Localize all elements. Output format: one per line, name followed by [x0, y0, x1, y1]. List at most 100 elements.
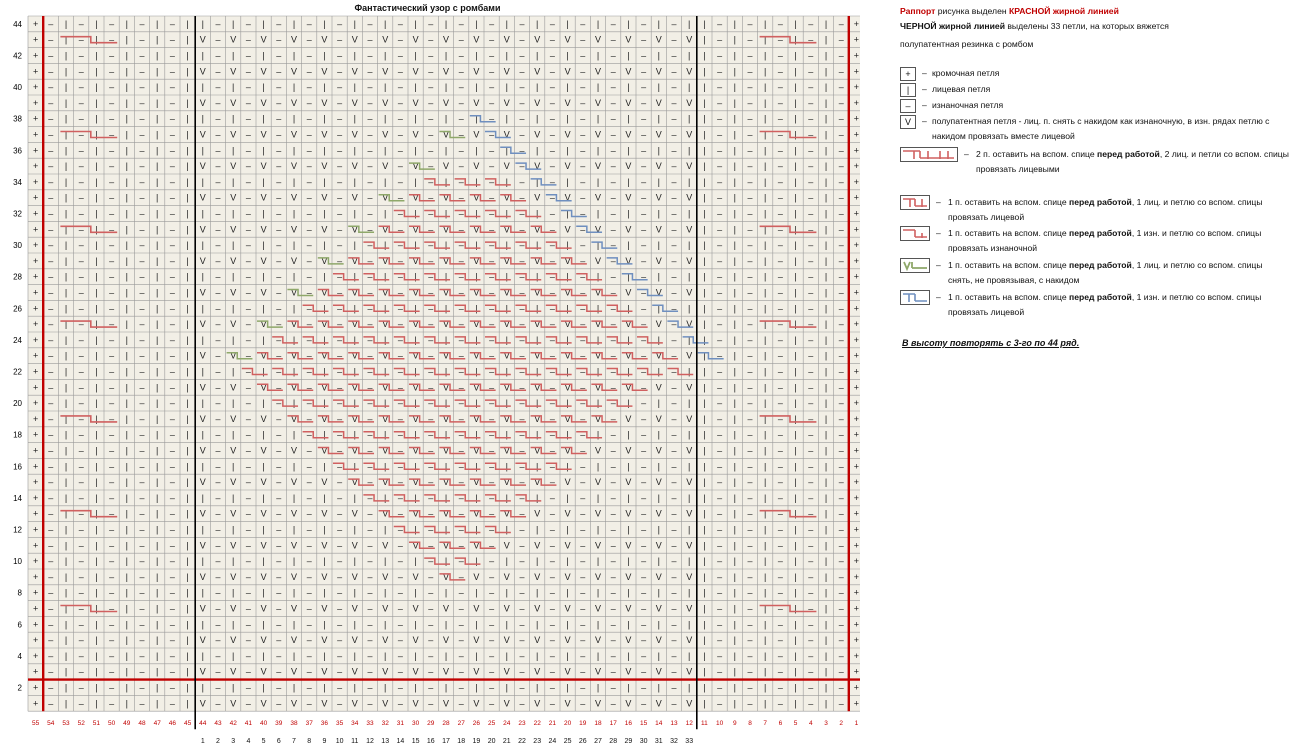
- column-number: 51: [93, 720, 101, 727]
- stitch-symbol: |: [734, 382, 736, 392]
- stitch-symbol: –: [139, 683, 144, 693]
- stitch-symbol: –: [778, 619, 783, 629]
- column-number: 33: [366, 720, 374, 727]
- stitch-symbol: |: [597, 209, 599, 219]
- stitch-symbol: –: [550, 114, 555, 124]
- stitch-symbol: |: [734, 572, 736, 582]
- stitch-symbol: –: [109, 367, 114, 377]
- rib-column-number: 9: [322, 738, 326, 745]
- rib-column-number: 27: [594, 738, 602, 745]
- stitch-symbol: |: [202, 430, 204, 440]
- stitch-symbol: –: [79, 367, 84, 377]
- stitch-symbol: |: [186, 382, 188, 392]
- stitch-symbol: |: [186, 303, 188, 313]
- stitch-symbol: V: [473, 698, 479, 708]
- stitch-symbol: –: [215, 224, 220, 234]
- stitch-symbol: –: [489, 145, 494, 155]
- stitch-symbol: –: [611, 177, 616, 187]
- stitch-symbol: –: [550, 556, 555, 566]
- stitch-symbol: –: [109, 51, 114, 61]
- legend-cable4-b: перед работой: [1097, 149, 1160, 159]
- stitch-symbol: V: [656, 98, 662, 108]
- stitch-symbol: |: [734, 446, 736, 456]
- stitch-symbol: V: [504, 698, 510, 708]
- stitch-symbol: –: [778, 19, 783, 29]
- stitch-symbol: |: [126, 82, 128, 92]
- stitch-symbol: –: [747, 161, 752, 171]
- stitch-symbol: –: [747, 303, 752, 313]
- stitch-symbol: |: [825, 698, 827, 708]
- stitch-symbol: –: [671, 430, 676, 440]
- stitch-symbol: |: [186, 130, 188, 140]
- legend-dash: –: [922, 116, 927, 126]
- stitch-symbol: |: [95, 446, 97, 456]
- legend-dash: –: [936, 197, 941, 207]
- stitch-symbol: –: [641, 51, 646, 61]
- stitch-symbol: –: [170, 66, 175, 76]
- stitch-symbol: |: [658, 430, 660, 440]
- stitch-symbol: –: [307, 130, 312, 140]
- stitch-symbol: +: [854, 493, 859, 503]
- stitch-symbol: |: [232, 461, 234, 471]
- row-number-left: 26: [13, 304, 22, 313]
- stitch-symbol: –: [307, 177, 312, 187]
- stitch-symbol: +: [854, 272, 859, 282]
- stitch-symbol: –: [246, 114, 251, 124]
- stitch-symbol: |: [825, 525, 827, 535]
- stitch-symbol: –: [611, 224, 616, 234]
- stitch-symbol: V: [200, 256, 206, 266]
- rib-column-number: 24: [549, 738, 557, 745]
- stitch-symbol: –: [307, 240, 312, 250]
- stitch-symbol: –: [671, 51, 676, 61]
- stitch-symbol: |: [734, 98, 736, 108]
- stitch-symbol: |: [126, 477, 128, 487]
- stitch-symbol: –: [580, 145, 585, 155]
- stitch-symbol: |: [825, 446, 827, 456]
- stitch-symbol: +: [33, 51, 38, 61]
- stitch-symbol: |: [65, 540, 67, 550]
- stitch-symbol: |: [794, 288, 796, 298]
- stitch-symbol: |: [95, 288, 97, 298]
- stitch-symbol: |: [186, 256, 188, 266]
- stitch-symbol: |: [764, 351, 766, 361]
- stitch-symbol: V: [291, 224, 297, 234]
- stitch-symbol: |: [202, 240, 204, 250]
- stitch-symbol: |: [262, 303, 264, 313]
- stitch-symbol: V: [504, 604, 510, 614]
- stitch-symbol: V: [565, 635, 571, 645]
- stitch-symbol: –: [580, 604, 585, 614]
- stitch-symbol: V: [656, 319, 662, 329]
- stitch-symbol: V: [291, 540, 297, 550]
- stitch-symbol: –: [307, 461, 312, 471]
- stitch-symbol: –: [489, 98, 494, 108]
- stitch-symbol: |: [65, 351, 67, 361]
- stitch-symbol: V: [382, 540, 388, 550]
- stitch-symbol: |: [703, 540, 705, 550]
- stitch-symbol: –: [717, 303, 722, 313]
- stitch-symbol: |: [566, 51, 568, 61]
- stitch-symbol: –: [839, 461, 844, 471]
- stitch-symbol: –: [839, 114, 844, 124]
- stitch-symbol: |: [126, 493, 128, 503]
- stitch-symbol: –: [839, 651, 844, 661]
- stitch-symbol: |: [126, 51, 128, 61]
- stitch-symbol: V: [382, 35, 388, 45]
- stitch-symbol: V: [686, 35, 692, 45]
- stitch-symbol: |: [384, 683, 386, 693]
- stitch-symbol: –: [747, 588, 752, 598]
- stitch-symbol: –: [747, 509, 752, 519]
- legend-cross-blue-a: 1 п. оставить на вспом. спице: [948, 292, 1069, 302]
- stitch-symbol: |: [475, 51, 477, 61]
- stitch-symbol: +: [33, 272, 38, 282]
- stitch-symbol: V: [321, 66, 327, 76]
- column-number: 53: [62, 720, 70, 727]
- stitch-symbol: –: [641, 303, 646, 313]
- stitch-symbol: –: [337, 651, 342, 661]
- stitch-symbol: +: [33, 82, 38, 92]
- stitch-symbol: –: [246, 161, 251, 171]
- stitch-symbol: –: [215, 588, 220, 598]
- stitch-symbol: |: [627, 114, 629, 124]
- stitch-symbol: +: [854, 130, 859, 140]
- stitch-symbol: –: [170, 145, 175, 155]
- stitch-symbol: |: [627, 525, 629, 535]
